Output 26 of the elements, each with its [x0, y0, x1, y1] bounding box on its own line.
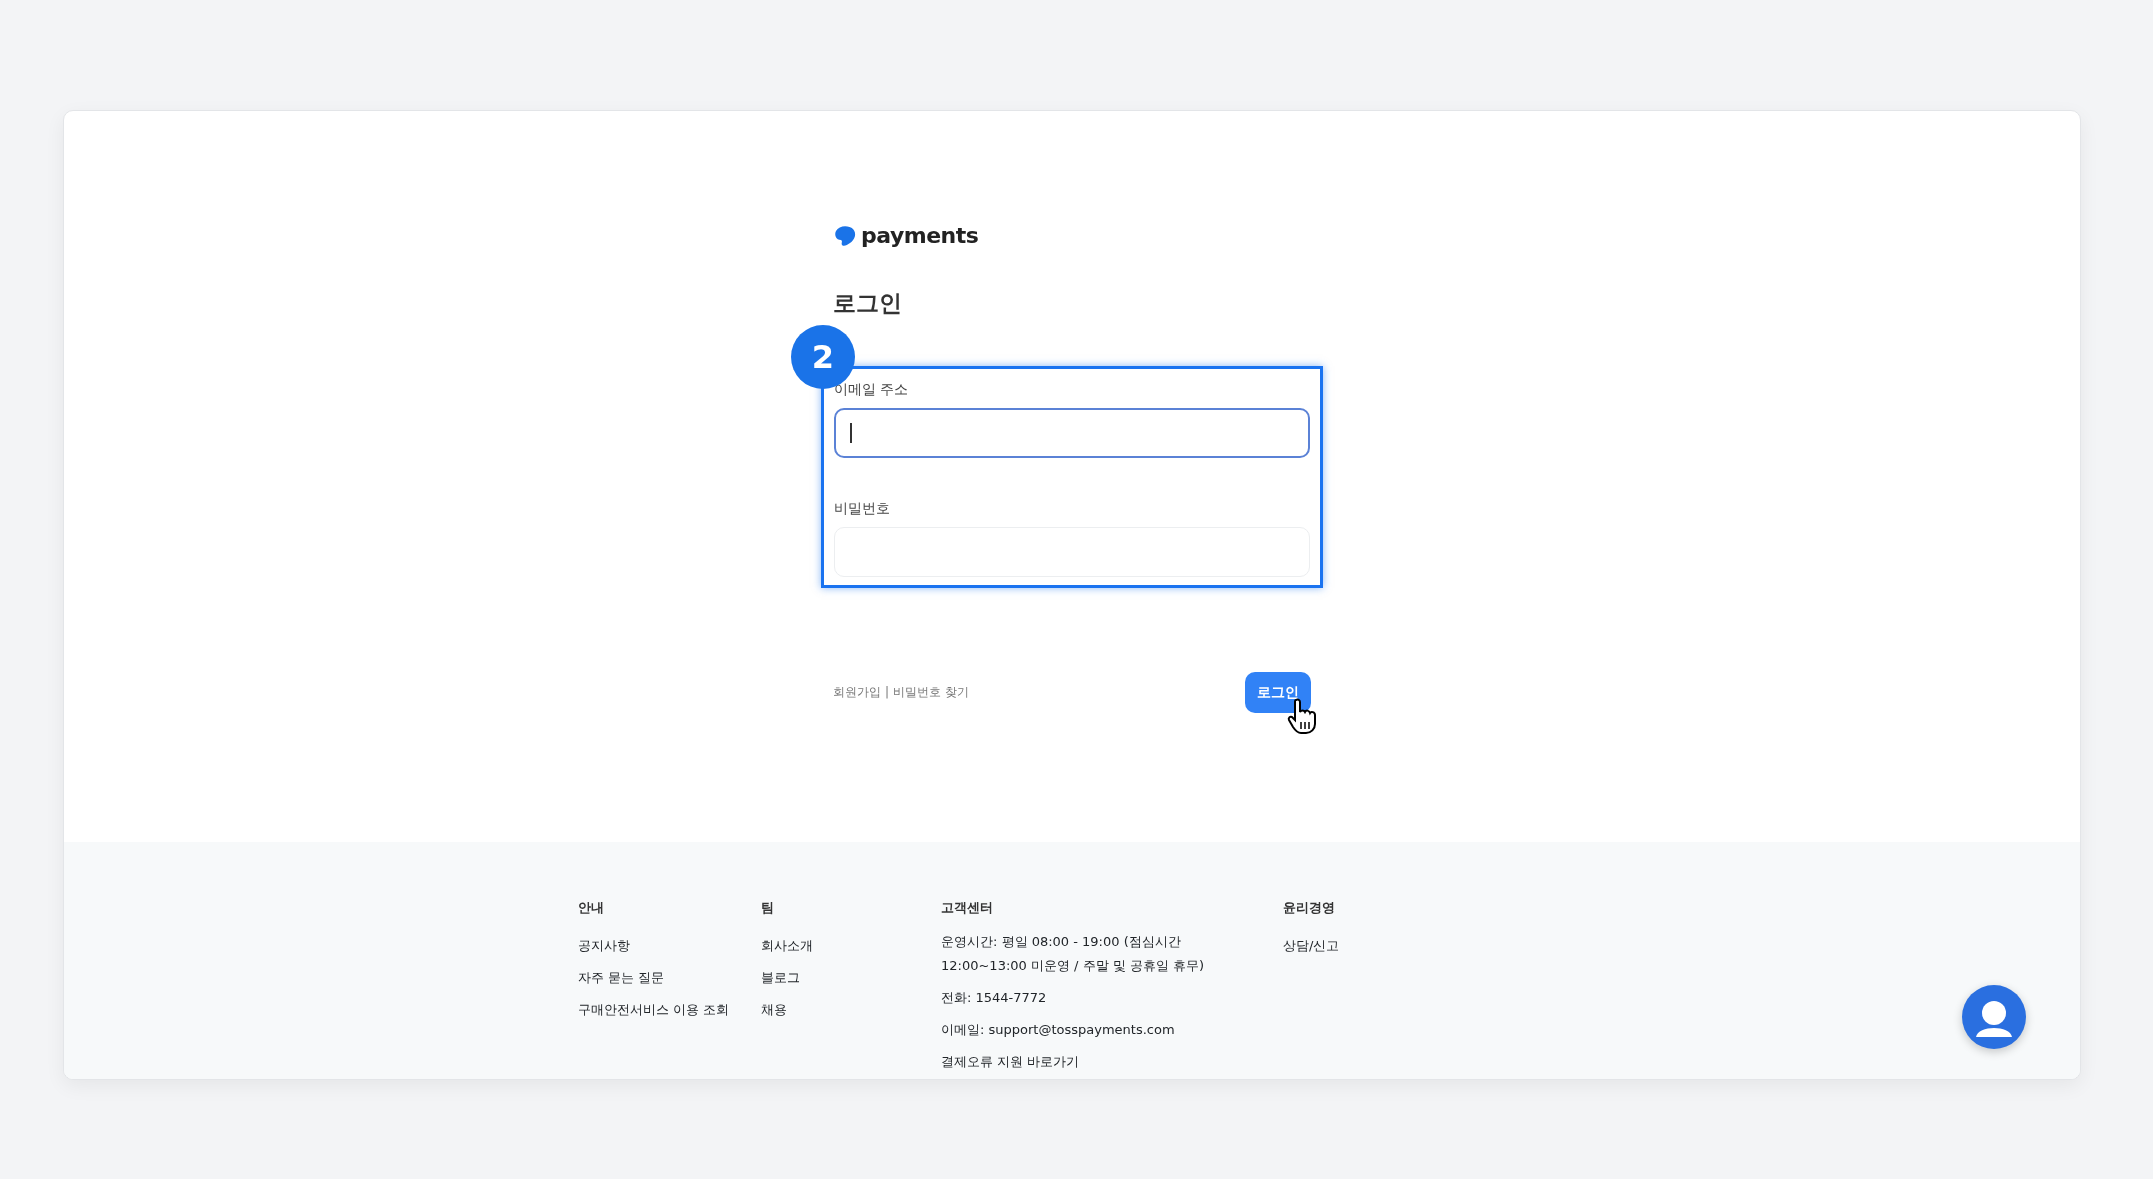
text-link[interactable]: 비밀번호 찾기 [893, 685, 969, 700]
footer-link[interactable]: 결제오류 지원 바로가기 [941, 1049, 1241, 1074]
footer-link[interactable]: 자주 묻는 질문 [578, 961, 761, 994]
text-link[interactable]: 회원가입 [833, 685, 881, 700]
footer-link[interactable]: 공지사항 [578, 929, 761, 962]
field-label: 비밀번호 [834, 498, 890, 518]
footer-heading: 윤리경영 [1283, 900, 1336, 916]
logo-icon [833, 224, 857, 247]
footer-link[interactable]: 운영시간: 평일 08:00 - 19:00 (점심시간 12:00~13:00 미운영 / 주말 및 공휴일 휴무) [941, 929, 1241, 978]
footer-link[interactable]: 이메일: support@tosspayments.com [941, 1017, 1241, 1042]
footer-link[interactable]: 전화: 1544-7772 [941, 985, 1241, 1010]
input-field[interactable] [834, 407, 1310, 458]
page-title: 로그인 [833, 290, 903, 318]
text-cursor [850, 422, 852, 443]
footer-heading: 안내 [578, 900, 605, 916]
footer-link[interactable]: 채용 [761, 993, 941, 1026]
chat-button[interactable] [1962, 985, 2026, 1049]
footer-heading: 팀 [761, 900, 775, 916]
hand-cursor-icon [1287, 697, 1317, 734]
logo-text: payments [861, 222, 979, 250]
footer-link[interactable]: 회사소개 [761, 929, 941, 962]
footer-link[interactable]: 구매안전서비스 이용 조회 [578, 993, 761, 1026]
link-separator: | [885, 685, 890, 700]
footer-link[interactable]: 상담/신고 [1283, 929, 1403, 962]
footer-heading: 고객센터 [941, 900, 994, 916]
footer-link[interactable]: 블로그 [761, 961, 941, 994]
